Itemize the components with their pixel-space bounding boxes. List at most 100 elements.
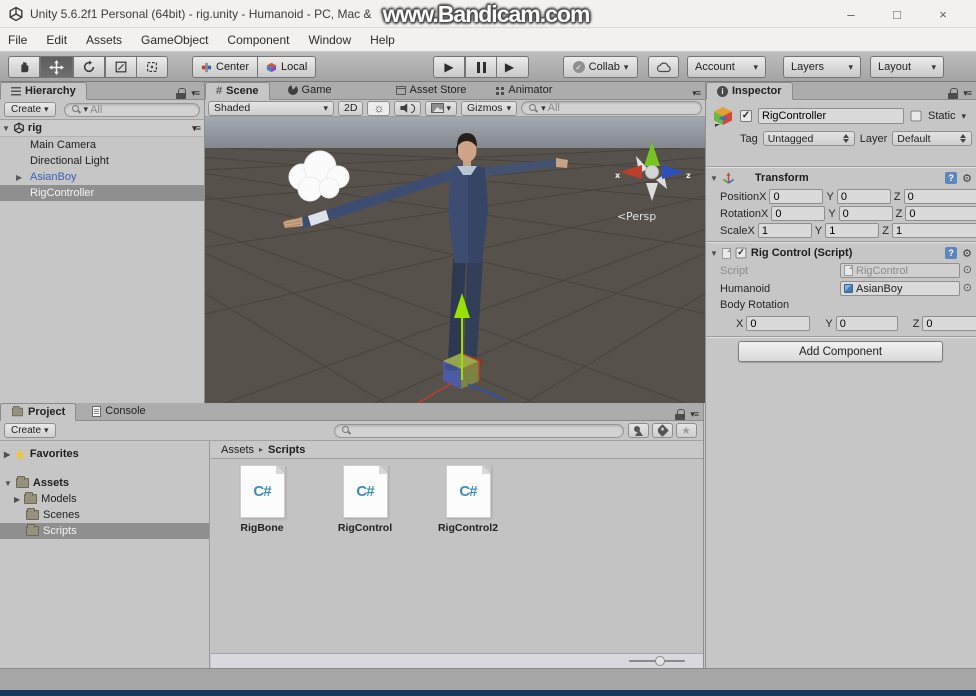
foldout-open-icon[interactable]: ▼ xyxy=(710,174,718,183)
pivot-center-button[interactable]: Center xyxy=(192,56,258,78)
space-local-button[interactable]: Local xyxy=(258,56,316,78)
panel-menu-icon[interactable]: ▾≡ xyxy=(692,88,700,99)
position-z-field[interactable] xyxy=(904,189,976,204)
minimize-button[interactable]: – xyxy=(828,0,874,28)
body-rotation-x-field[interactable] xyxy=(746,316,810,331)
scene-viewport[interactable]: x z < Persp xyxy=(205,117,705,403)
hierarchy-search[interactable]: ▾ All xyxy=(64,103,200,117)
foldout-open-icon[interactable]: ▼ xyxy=(710,249,718,258)
menu-item-assets[interactable]: Assets xyxy=(86,33,122,47)
move-tool-button[interactable] xyxy=(40,56,73,78)
gizmos-dropdown[interactable]: Gizmos ▾ xyxy=(461,101,517,116)
collab-button[interactable]: ✓ Collab ▾ xyxy=(563,56,638,78)
panel-menu-icon[interactable]: ▾≡ xyxy=(191,88,199,99)
search-by-label-button[interactable] xyxy=(652,423,673,438)
menu-item-help[interactable]: Help xyxy=(370,33,395,47)
scale-x-field[interactable] xyxy=(758,223,812,238)
tree-item-favorites[interactable]: ▶ ★ Favorites xyxy=(0,446,209,462)
breadcrumb-current[interactable]: Scripts xyxy=(268,444,305,456)
tree-item-scripts[interactable]: Scripts xyxy=(0,523,209,539)
tab-asset-store[interactable]: Asset Store xyxy=(386,81,477,99)
active-checkbox[interactable]: ✓ xyxy=(740,110,752,122)
lighting-toggle-button[interactable]: ☼ xyxy=(367,101,390,116)
close-button[interactable]: × xyxy=(920,0,966,28)
gizmo-x-label[interactable]: x xyxy=(615,171,621,180)
lock-icon[interactable] xyxy=(675,409,685,420)
persp-label[interactable]: Persp xyxy=(626,210,656,223)
object-picker-icon[interactable]: ⊙ xyxy=(963,265,972,276)
breadcrumb-root[interactable]: Assets xyxy=(221,444,254,456)
shading-mode-dropdown[interactable]: Shaded ▾ xyxy=(208,101,334,116)
layer-dropdown[interactable]: Default xyxy=(892,131,972,146)
transform-header[interactable]: ▼ Transform ⚙ xyxy=(706,169,976,187)
tree-item-assets[interactable]: ▼ Assets xyxy=(0,475,209,491)
2d-toggle-button[interactable]: 2D xyxy=(338,101,363,116)
file-rigbone[interactable]: C# RigBone xyxy=(225,465,299,534)
menu-item-file[interactable]: File xyxy=(8,33,27,47)
gear-icon[interactable]: ⚙ xyxy=(962,247,972,260)
gear-icon[interactable]: ⚙ xyxy=(962,172,972,185)
position-x-field[interactable] xyxy=(769,189,823,204)
static-dropdown-icon[interactable]: ▾ xyxy=(962,111,967,122)
hierarchy-item-asianboy[interactable]: ▶ AsianBoy xyxy=(0,169,204,185)
effects-dropdown-button[interactable]: ▾ xyxy=(425,101,457,116)
layout-dropdown[interactable]: Layout ▾ xyxy=(870,56,944,78)
project-search[interactable] xyxy=(334,424,624,438)
step-button[interactable]: ▶ xyxy=(497,56,529,78)
account-dropdown[interactable]: Account ▾ xyxy=(687,56,766,78)
static-checkbox[interactable] xyxy=(911,111,922,122)
gameobject-name-field[interactable] xyxy=(758,108,904,124)
position-y-field[interactable] xyxy=(837,189,891,204)
hierarchy-item-directional-light[interactable]: Directional Light xyxy=(0,153,204,169)
maximize-button[interactable]: □ xyxy=(874,0,920,28)
scale-tool-button[interactable] xyxy=(105,56,137,78)
search-by-type-button[interactable] xyxy=(628,423,649,438)
rotation-y-field[interactable] xyxy=(839,206,893,221)
foldout-open-icon[interactable]: ▼ xyxy=(4,479,12,488)
hand-tool-button[interactable] xyxy=(8,56,40,78)
tree-item-models[interactable]: ▶ Models xyxy=(0,491,209,507)
humanoid-object-field[interactable]: AsianBoy xyxy=(840,281,960,296)
scale-z-field[interactable] xyxy=(892,223,976,238)
foldout-open-icon[interactable]: ▼ xyxy=(2,124,10,133)
scene-search[interactable]: ▾ All xyxy=(521,101,702,115)
hierarchy-item-main-camera[interactable]: Main Camera xyxy=(0,137,204,153)
scene-root-row[interactable]: ▼ rig ▾≡ xyxy=(0,120,204,137)
hierarchy-item-rigcontroller[interactable]: RigController xyxy=(0,185,204,201)
tab-game[interactable]: Game xyxy=(278,81,342,99)
layers-dropdown[interactable]: Layers ▾ xyxy=(783,56,861,78)
pause-button[interactable] xyxy=(465,56,497,78)
rig-control-enabled-checkbox[interactable]: ✓ xyxy=(736,248,747,259)
search-favorites-button[interactable]: ★ xyxy=(676,423,697,438)
lock-icon[interactable] xyxy=(176,88,186,99)
tag-dropdown[interactable]: Untagged xyxy=(763,131,855,146)
tab-scene[interactable]: # Scene xyxy=(205,82,270,100)
icon-size-slider[interactable] xyxy=(629,660,685,662)
body-rotation-z-field[interactable] xyxy=(922,316,976,331)
cloud-button[interactable] xyxy=(648,56,679,78)
foldout-closed-icon[interactable]: ▶ xyxy=(14,495,20,504)
panel-menu-icon[interactable]: ▾≡ xyxy=(963,88,971,99)
play-button[interactable]: ▶ xyxy=(433,56,465,78)
foldout-closed-icon[interactable]: ▶ xyxy=(16,173,22,182)
tab-animator[interactable]: Animator xyxy=(486,81,562,99)
slider-knob[interactable] xyxy=(655,656,665,666)
menu-item-gameobject[interactable]: GameObject xyxy=(141,33,208,47)
tab-console[interactable]: Console xyxy=(82,402,155,420)
add-component-button[interactable]: Add Component xyxy=(738,341,943,362)
tree-item-scenes[interactable]: Scenes xyxy=(0,507,209,523)
help-icon[interactable] xyxy=(945,247,957,259)
hierarchy-create-button[interactable]: Create ▾ xyxy=(4,102,56,117)
script-object-field[interactable]: RigControl xyxy=(840,263,960,278)
rotation-x-field[interactable] xyxy=(771,206,825,221)
scale-y-field[interactable] xyxy=(825,223,879,238)
rotate-tool-button[interactable] xyxy=(73,56,105,78)
project-create-button[interactable]: Create ▾ xyxy=(4,423,56,438)
tab-inspector[interactable]: Inspector xyxy=(706,82,793,100)
rect-tool-button[interactable] xyxy=(137,56,168,78)
rig-control-header[interactable]: ▼ ✓ Rig Control (Script) ⚙ xyxy=(706,244,976,262)
gizmo-z-label[interactable]: z xyxy=(686,171,691,180)
panel-menu-icon[interactable]: ▾≡ xyxy=(690,409,698,420)
file-rigcontrol[interactable]: C# RigControl xyxy=(328,465,402,534)
menu-item-component[interactable]: Component xyxy=(227,33,289,47)
